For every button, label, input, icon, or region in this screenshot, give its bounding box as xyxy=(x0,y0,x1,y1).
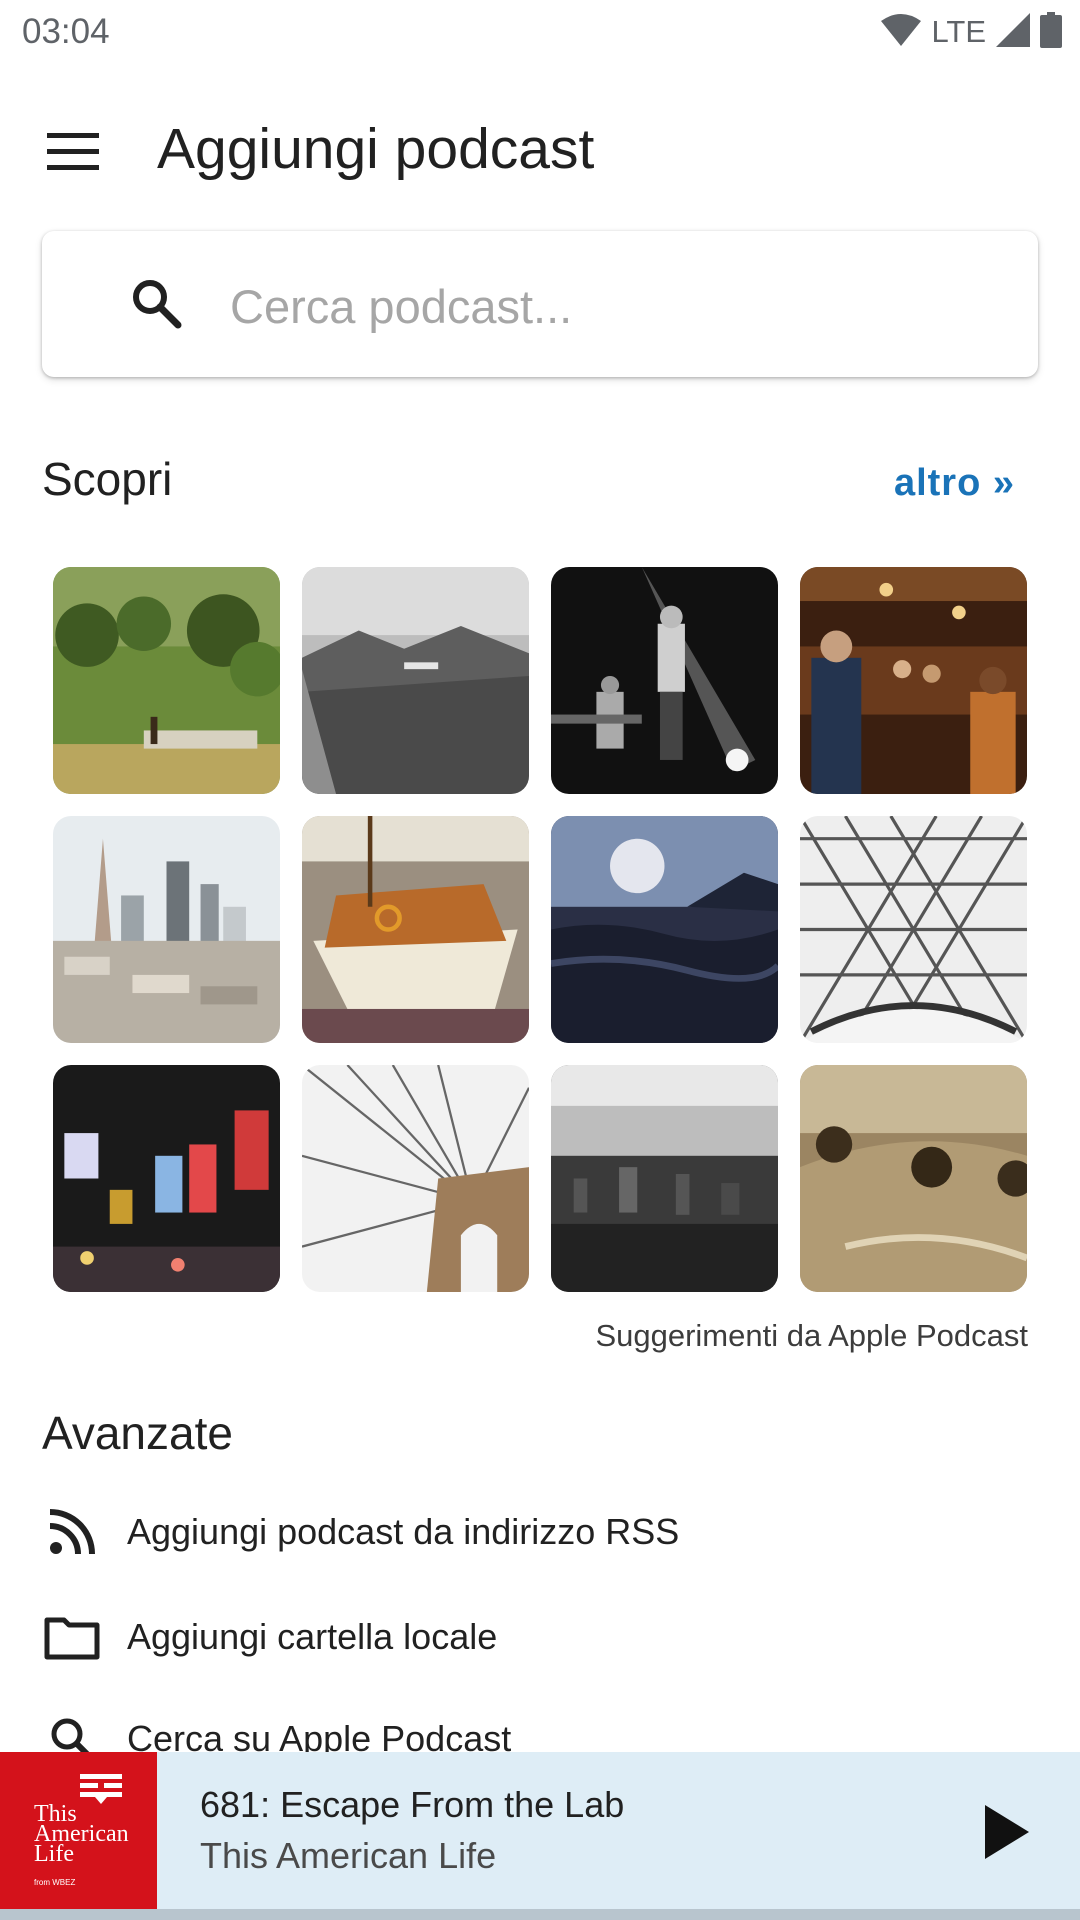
landscape-sheep-image xyxy=(53,567,280,794)
hamburger-menu-icon xyxy=(47,133,99,170)
more-link[interactable]: altro » xyxy=(894,462,1015,505)
bridge-cables-image xyxy=(302,1065,529,1292)
aerial-city-image xyxy=(551,1065,778,1292)
podcast-cover[interactable] xyxy=(53,1065,280,1292)
menu-button[interactable] xyxy=(40,124,106,180)
search-input[interactable]: Cerca podcast... xyxy=(42,231,1038,377)
add-rss-label: Aggiungi podcast da indirizzo RSS xyxy=(127,1511,680,1552)
now-playing-bar[interactable]: This American Life from WBEZ 681: Escape… xyxy=(0,1752,1080,1909)
glass-roof-image xyxy=(800,816,1027,1043)
add-local-folder-label: Aggiungi cartella locale xyxy=(127,1616,498,1657)
podcast-cover[interactable] xyxy=(551,1065,778,1292)
status-icons: LTE xyxy=(881,11,1062,53)
episode-title: 681: Escape From the Lab xyxy=(200,1784,625,1825)
page-title: Aggiungi podcast xyxy=(157,117,595,181)
cover-text: This American Life xyxy=(34,1801,129,1867)
signal-icon xyxy=(996,12,1030,52)
folder-icon xyxy=(42,1607,102,1667)
search-placeholder: Cerca podcast... xyxy=(230,280,573,333)
cover-small-text: from WBEZ xyxy=(34,1878,76,1887)
battery-icon xyxy=(1040,11,1062,53)
ocean-waves-image xyxy=(551,816,778,1043)
podcast-cover[interactable] xyxy=(53,816,280,1043)
play-button[interactable] xyxy=(972,1797,1042,1867)
suggestions-credit: Suggerimenti da Apple Podcast xyxy=(595,1318,1028,1353)
hills-trees-image xyxy=(800,1065,1027,1292)
discover-title: Scopri xyxy=(42,453,173,505)
network-type: LTE xyxy=(931,14,986,49)
podcast-cover[interactable] xyxy=(302,816,529,1043)
podcast-cover[interactable] xyxy=(800,567,1027,794)
tal-logo-icon xyxy=(80,1774,122,1804)
podcast-title: This American Life xyxy=(200,1835,497,1876)
concert-stage-image xyxy=(551,567,778,794)
advanced-title: Avanzate xyxy=(42,1407,233,1459)
app-screen: 03:04 LTE Aggiungi podcast Cerca podcast… xyxy=(0,0,1080,1920)
discover-grid xyxy=(53,567,1028,1292)
rss-icon xyxy=(42,1502,102,1562)
add-rss-button[interactable]: Aggiungi podcast da indirizzo RSS xyxy=(42,1497,1042,1567)
podcast-cover[interactable] xyxy=(53,567,280,794)
wifi-icon xyxy=(881,13,922,52)
status-time: 03:04 xyxy=(22,12,110,51)
podcast-cover[interactable] xyxy=(302,567,529,794)
podcast-cover-art: This American Life from WBEZ xyxy=(0,1752,157,1909)
search-icon xyxy=(130,277,182,334)
podcast-cover[interactable] xyxy=(800,816,1027,1043)
city-skyline-image xyxy=(53,816,280,1043)
mountain-lake-image xyxy=(302,567,529,794)
podcast-cover[interactable] xyxy=(302,1065,529,1292)
podcast-cover[interactable] xyxy=(551,816,778,1043)
podcast-cover[interactable] xyxy=(800,1065,1027,1292)
status-bar: 03:04 LTE xyxy=(0,0,1080,63)
top-app-bar: Aggiungi podcast xyxy=(0,100,1080,200)
add-local-folder-button[interactable]: Aggiungi cartella locale xyxy=(42,1602,1042,1672)
play-icon xyxy=(985,1805,1029,1859)
times-square-image xyxy=(53,1065,280,1292)
navigation-bar-edge xyxy=(0,1909,1080,1920)
coffee-shop-image xyxy=(800,567,1027,794)
podcast-cover[interactable] xyxy=(551,567,778,794)
sailboat-image xyxy=(302,816,529,1043)
